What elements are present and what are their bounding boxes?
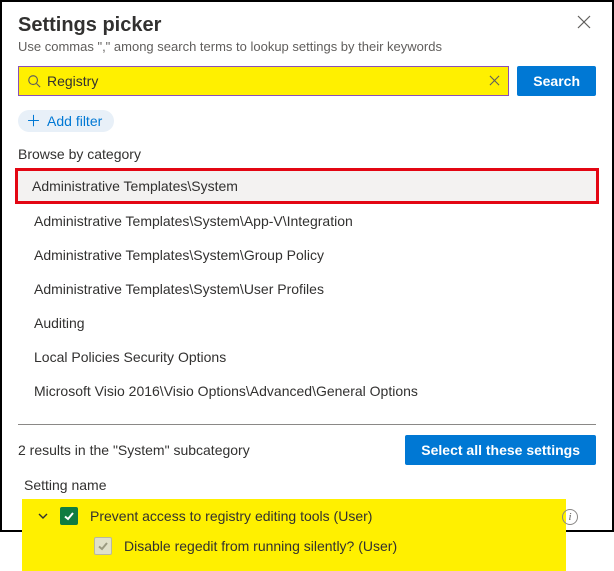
- category-item[interactable]: Administrative Templates\System\App-V\In…: [18, 204, 596, 238]
- search-field-wrapper[interactable]: [18, 66, 509, 96]
- page-title: Settings picker: [18, 14, 576, 37]
- search-icon: [27, 74, 41, 88]
- info-button[interactable]: i: [562, 509, 578, 525]
- browse-by-category-label: Browse by category: [18, 146, 596, 162]
- category-item[interactable]: Administrative Templates\System: [15, 168, 599, 204]
- column-header-setting-name: Setting name: [24, 477, 596, 493]
- close-button[interactable]: [576, 14, 596, 34]
- category-item[interactable]: Microsoft Visio 2016\Visio Options\Advan…: [18, 374, 596, 408]
- category-item[interactable]: Auditing: [18, 306, 596, 340]
- settings-list: Prevent access to registry editing tools…: [22, 499, 566, 571]
- check-icon: [97, 540, 109, 552]
- expand-toggle[interactable]: [36, 508, 50, 524]
- search-button[interactable]: Search: [517, 66, 596, 96]
- setting-row[interactable]: Prevent access to registry editing tools…: [22, 501, 566, 531]
- add-filter-label: Add filter: [47, 113, 102, 129]
- category-list: Administrative Templates\System Administ…: [18, 168, 596, 408]
- results-summary: 2 results in the "System" subcategory: [18, 442, 405, 458]
- select-all-button[interactable]: Select all these settings: [405, 435, 596, 465]
- divider: [18, 424, 596, 425]
- plus-icon: ＋: [26, 114, 41, 129]
- x-icon: [489, 75, 500, 86]
- setting-child-row[interactable]: Disable regedit from running silently? (…: [22, 531, 566, 561]
- category-item[interactable]: Administrative Templates\System\Group Po…: [18, 238, 596, 272]
- clear-search-button[interactable]: [487, 73, 502, 89]
- category-item[interactable]: Administrative Templates\System\User Pro…: [18, 272, 596, 306]
- settings-picker-panel: Settings picker Use commas "," among sea…: [0, 0, 614, 532]
- setting-label: Prevent access to registry editing tools…: [90, 508, 372, 524]
- add-filter-button[interactable]: ＋ Add filter: [18, 110, 114, 132]
- close-icon: [576, 14, 592, 30]
- setting-checkbox-disabled[interactable]: [94, 537, 112, 555]
- setting-label: Disable regedit from running silently? (…: [124, 538, 397, 554]
- page-subtitle: Use commas "," among search terms to loo…: [18, 39, 596, 54]
- check-icon: [63, 510, 75, 522]
- setting-checkbox[interactable]: [60, 507, 78, 525]
- category-item[interactable]: Local Policies Security Options: [18, 340, 596, 374]
- chevron-down-icon: [38, 511, 48, 521]
- search-input[interactable]: [41, 73, 487, 89]
